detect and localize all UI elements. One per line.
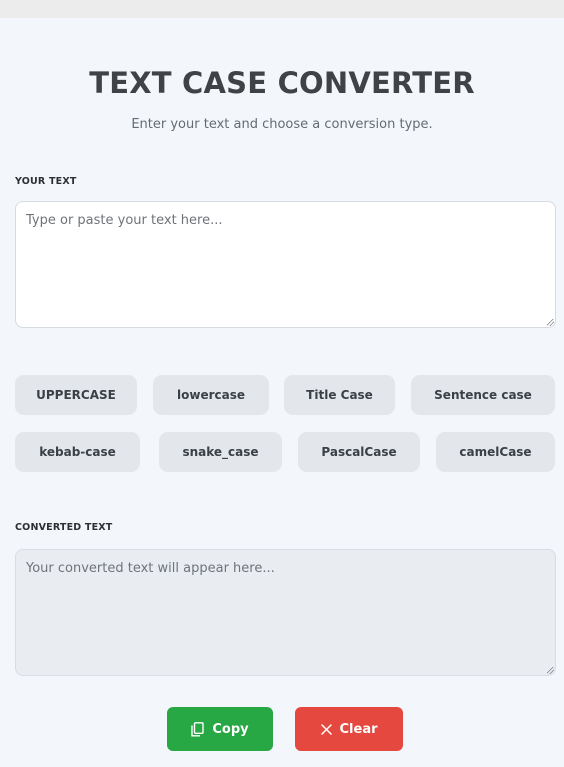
clear-label: Clear bbox=[339, 721, 378, 737]
page-title: TEXT CASE CONVERTER bbox=[89, 66, 475, 100]
snake-case-button[interactable]: snake_case bbox=[159, 432, 282, 472]
input-label: YOUR TEXT bbox=[15, 176, 77, 187]
clear-button[interactable]: Clear bbox=[295, 707, 403, 751]
output-textarea[interactable] bbox=[15, 549, 556, 676]
sentence-case-button[interactable]: Sentence case bbox=[411, 375, 555, 415]
output-label: CONVERTED TEXT bbox=[15, 522, 113, 533]
input-textarea[interactable] bbox=[15, 201, 556, 328]
pascal-case-button[interactable]: PascalCase bbox=[298, 432, 420, 472]
copy-button[interactable]: Copy bbox=[167, 707, 273, 751]
camel-case-button[interactable]: camelCase bbox=[436, 432, 555, 472]
copy-icon bbox=[191, 721, 205, 737]
copy-label: Copy bbox=[212, 721, 249, 737]
uppercase-button[interactable]: UPPERCASE bbox=[15, 375, 137, 415]
close-icon bbox=[320, 723, 332, 735]
page-subtitle: Enter your text and choose a conversion … bbox=[131, 117, 433, 132]
title-case-button[interactable]: Title Case bbox=[284, 375, 395, 415]
browser-top-strip bbox=[0, 0, 564, 18]
lowercase-button[interactable]: lowercase bbox=[153, 375, 269, 415]
kebab-case-button[interactable]: kebab-case bbox=[15, 432, 140, 472]
